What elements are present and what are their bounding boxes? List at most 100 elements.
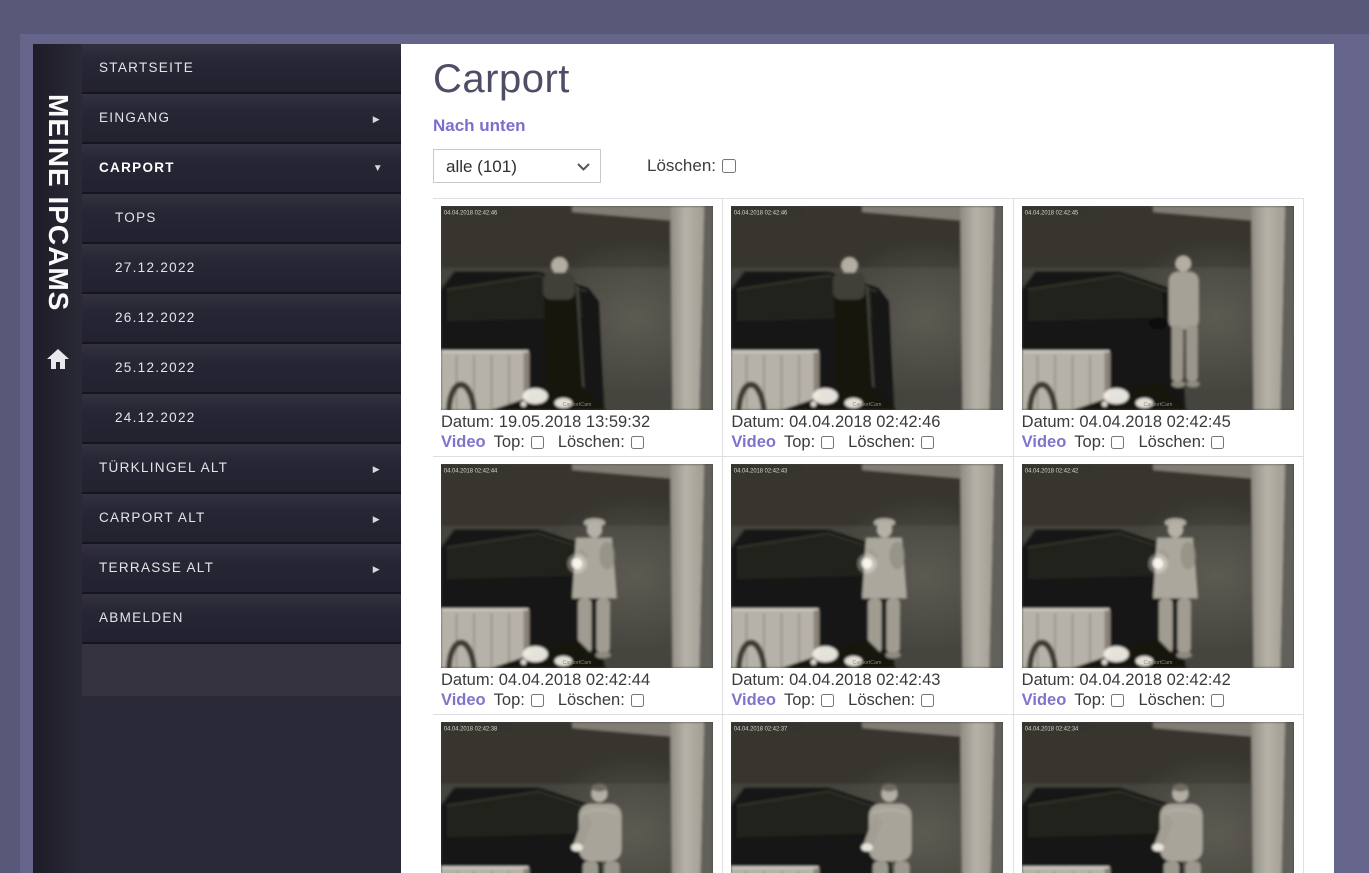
top-checkbox[interactable] [531, 436, 544, 449]
sidebar-item-label: CARPORT [99, 160, 175, 175]
camera-snapshot[interactable]: 04.04.2018 02:42:46 CarportCam [441, 206, 713, 410]
sidebar-item-startseite[interactable]: STARTSEITE [82, 44, 401, 94]
page-title: Carport [433, 58, 1334, 100]
snapshot-caption: Datum: 04.04.2018 02:42:44 Video Top: Lö… [441, 671, 714, 710]
delete-all-checkbox[interactable] [722, 159, 736, 173]
sidebar-item-label: TERRASSE ALT [99, 560, 214, 575]
svg-text:CarportCam: CarportCam [853, 660, 883, 666]
svg-text:04.04.2018 02:42:46: 04.04.2018 02:42:46 [734, 210, 788, 216]
sidebar-item-label: TÜRKLINGEL ALT [99, 460, 228, 475]
snapshot-datetime: Datum: 19.05.2018 13:59:32 [441, 413, 714, 432]
camera-snapshot[interactable]: 04.04.2018 02:42:38 CarportCam [441, 722, 713, 873]
top-label: Top: [784, 691, 815, 710]
video-link[interactable]: Video [441, 691, 486, 710]
camera-snapshot[interactable]: 04.04.2018 02:42:46 CarportCam [731, 206, 1003, 410]
top-checkbox[interactable] [1111, 694, 1124, 707]
delete-checkbox[interactable] [921, 694, 934, 707]
camera-snapshot[interactable]: 04.04.2018 02:42:34 CarportCam [1022, 722, 1294, 873]
sidebar-item-carport-alt[interactable]: CARPORT ALT ▶ [82, 494, 401, 544]
sidebar-item-abmelden[interactable]: ABMELDEN [82, 594, 401, 644]
camera-snapshot[interactable]: 04.04.2018 02:42:42 CarportCam [1022, 464, 1294, 668]
top-label: Top: [1074, 691, 1105, 710]
sidebar-item-carport[interactable]: CARPORT ▼ [82, 144, 401, 194]
sidebar-item-27-12-2022[interactable]: 27.12.2022 [82, 244, 401, 294]
sidebar-item-label: 27.12.2022 [115, 260, 196, 275]
svg-text:04.04.2018 02:42:38: 04.04.2018 02:42:38 [444, 726, 498, 732]
svg-text:04.04.2018 02:42:44: 04.04.2018 02:42:44 [444, 468, 498, 474]
sidebar-item-tops[interactable]: TOPS [82, 194, 401, 244]
sidebar-item-eingang[interactable]: EINGANG ▶ [82, 94, 401, 144]
top-label: Top: [784, 433, 815, 452]
top-label: Top: [494, 691, 525, 710]
svg-text:04.04.2018 02:42:46: 04.04.2018 02:42:46 [444, 210, 498, 216]
delete-checkbox[interactable] [631, 436, 644, 449]
snapshot-cell: 04.04.2018 02:42:44 CarportCam Datum: 04… [433, 457, 723, 715]
top-checkbox[interactable] [531, 694, 544, 707]
sidebar-item-terrasse-alt[interactable]: TERRASSE ALT ▶ [82, 544, 401, 594]
home-icon[interactable] [46, 348, 70, 370]
svg-text:04.04.2018 02:42:45: 04.04.2018 02:42:45 [1025, 210, 1079, 216]
snapshot-caption: Datum: 04.04.2018 02:42:42 Video Top: Lö… [1022, 671, 1295, 710]
snapshot-caption: Datum: 19.05.2018 13:59:32 Video Top: Lö… [441, 413, 714, 452]
submenu-arrow-icon: ▼ [373, 145, 384, 193]
video-link[interactable]: Video [731, 691, 776, 710]
snapshot-cell: 04.04.2018 02:42:45 CarportCam Datum: 04… [1014, 199, 1304, 457]
sidebar-item-label: TOPS [115, 210, 157, 225]
sidebar-footer [82, 696, 401, 873]
delete-label: Löschen: [558, 433, 625, 452]
delete-label: Löschen: [1138, 691, 1205, 710]
sidebar-item-türklingel-alt[interactable]: TÜRKLINGEL ALT ▶ [82, 444, 401, 494]
camera-snapshot[interactable]: 04.04.2018 02:42:44 CarportCam [441, 464, 713, 668]
snapshot-cell: 04.04.2018 02:42:42 CarportCam Datum: 04… [1014, 457, 1304, 715]
sidebar-item-label: 26.12.2022 [115, 310, 196, 325]
camera-snapshot[interactable]: 04.04.2018 02:42:45 CarportCam [1022, 206, 1294, 410]
delete-all-label: Löschen: [647, 156, 736, 176]
sidebar-item-label: CARPORT ALT [99, 510, 206, 525]
top-label: Top: [1074, 433, 1105, 452]
delete-label: Löschen: [558, 691, 625, 710]
snapshot-cell: 04.04.2018 02:42:43 CarportCam Datum: 04… [723, 457, 1013, 715]
svg-text:CarportCam: CarportCam [853, 402, 883, 408]
svg-text:CarportCam: CarportCam [1143, 660, 1173, 666]
delete-all-label-text: Löschen: [647, 156, 716, 176]
svg-text:CarportCam: CarportCam [562, 660, 592, 666]
submenu-arrow-icon: ▶ [373, 545, 381, 593]
snapshot-datetime: Datum: 04.04.2018 02:42:44 [441, 671, 714, 690]
snapshot-caption: Datum: 04.04.2018 02:42:46 Video Top: Lö… [731, 413, 1004, 452]
video-link[interactable]: Video [1022, 433, 1067, 452]
sidebar-item-26-12-2022[interactable]: 26.12.2022 [82, 294, 401, 344]
delete-checkbox[interactable] [1211, 436, 1224, 449]
delete-checkbox[interactable] [631, 694, 644, 707]
submenu-arrow-icon: ▶ [373, 95, 381, 143]
sidebar-item-label: STARTSEITE [99, 60, 194, 75]
sidebar-item-25-12-2022[interactable]: 25.12.2022 [82, 344, 401, 394]
snapshot-datetime: Datum: 04.04.2018 02:42:42 [1022, 671, 1295, 690]
camera-snapshot[interactable]: 04.04.2018 02:42:37 CarportCam [731, 722, 1003, 873]
delete-label: Löschen: [1138, 433, 1205, 452]
snapshot-cell: 04.04.2018 02:42:38 CarportCam [433, 715, 723, 873]
main-content: Carport Nach unten alle (101) Löschen: [401, 44, 1334, 873]
sidebar-item-24-12-2022[interactable]: 24.12.2022 [82, 394, 401, 444]
top-checkbox[interactable] [821, 694, 834, 707]
scroll-down-link[interactable]: Nach unten [433, 116, 526, 136]
filter-select-wrapper: alle (101) [433, 149, 601, 183]
snapshot-datetime: Datum: 04.04.2018 02:42:46 [731, 413, 1004, 432]
delete-checkbox[interactable] [1211, 694, 1224, 707]
snapshot-cell: 04.04.2018 02:42:46 CarportCam Datum: 04… [723, 199, 1013, 457]
sidebar-item-label: 24.12.2022 [115, 410, 196, 425]
camera-snapshot[interactable]: 04.04.2018 02:42:43 CarportCam [731, 464, 1003, 668]
snapshot-caption: Datum: 04.04.2018 02:42:43 Video Top: Lö… [731, 671, 1004, 710]
delete-label: Löschen: [848, 433, 915, 452]
svg-text:04.04.2018 02:42:43: 04.04.2018 02:42:43 [734, 468, 788, 474]
filter-select[interactable]: alle (101) [434, 150, 600, 182]
app-window: MEINE IPCAMS STARTSEITE EINGANG ▶ CARPOR… [33, 44, 1334, 873]
delete-checkbox[interactable] [921, 436, 934, 449]
video-link[interactable]: Video [1022, 691, 1067, 710]
top-checkbox[interactable] [821, 436, 834, 449]
top-checkbox[interactable] [1111, 436, 1124, 449]
svg-text:CarportCam: CarportCam [1143, 402, 1173, 408]
svg-text:04.04.2018 02:42:34: 04.04.2018 02:42:34 [1025, 726, 1079, 732]
video-link[interactable]: Video [731, 433, 776, 452]
video-link[interactable]: Video [441, 433, 486, 452]
sidebar-item-label: EINGANG [99, 110, 170, 125]
